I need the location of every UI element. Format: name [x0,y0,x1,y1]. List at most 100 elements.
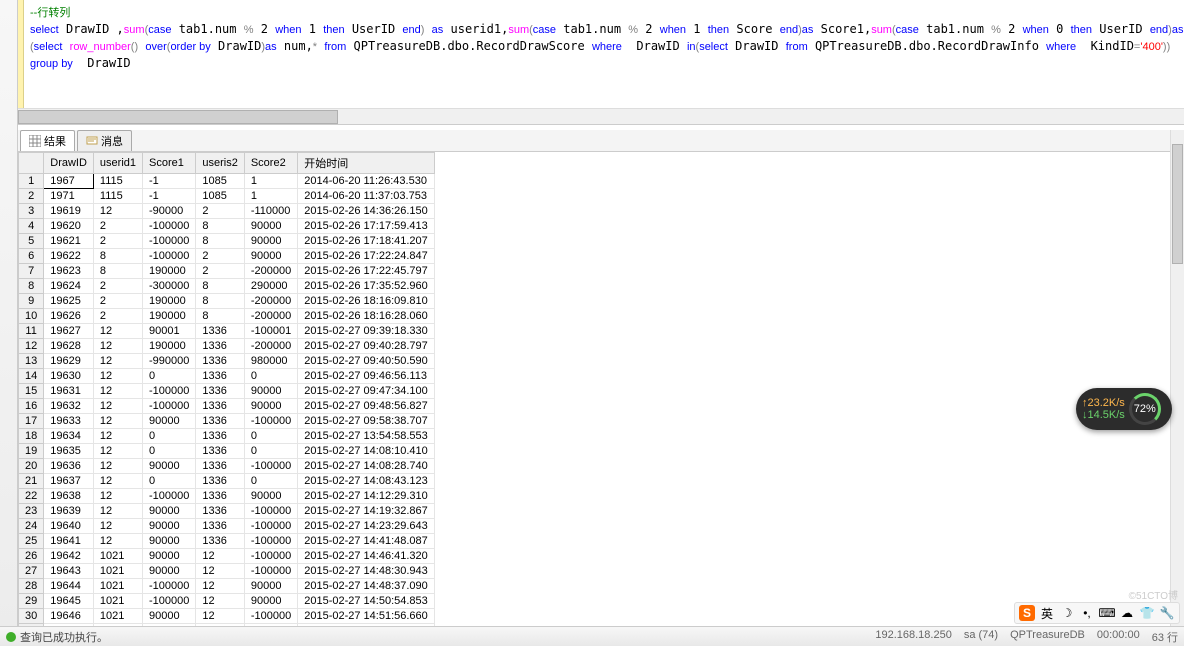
table-row[interactable]: 101962621900008-2000002015-02-26 18:16:2… [19,309,435,324]
col-header[interactable]: Score1 [143,153,196,174]
cell[interactable]: 1336 [196,354,244,369]
row-number[interactable]: 28 [19,579,44,594]
row-number[interactable]: 5 [19,234,44,249]
ime-tray[interactable]: S 英 ☽ •, ⌨ ☁ 👕 🔧 [1014,602,1180,624]
cell[interactable]: 1336 [196,399,244,414]
col-header[interactable]: Score2 [244,153,297,174]
cell[interactable]: 1336 [196,504,244,519]
cell[interactable]: -100000 [143,399,196,414]
vscroll-thumb[interactable] [1172,144,1183,264]
cell[interactable]: 2015-02-26 17:35:52.960 [298,279,435,294]
cell[interactable]: 90000 [244,594,297,609]
cell[interactable]: -300000 [143,279,196,294]
ime-cloud-icon[interactable]: ☁ [1119,605,1135,621]
cell[interactable]: 2015-02-26 18:16:28.060 [298,309,435,324]
cell[interactable]: 2 [93,279,142,294]
cell[interactable]: 90000 [244,489,297,504]
cell[interactable]: -100000 [244,519,297,534]
cell[interactable]: -100000 [143,594,196,609]
cell[interactable]: 1085 [196,189,244,204]
table-row[interactable]: 1919635120133602015-02-27 14:08:10.410 [19,444,435,459]
cell[interactable]: 90000 [143,414,196,429]
cell[interactable]: 90000 [143,534,196,549]
cell[interactable]: 8 [196,234,244,249]
table-row[interactable]: 251964112900001336-1000002015-02-27 14:4… [19,534,435,549]
row-number[interactable]: 21 [19,474,44,489]
cell[interactable]: 90000 [244,249,297,264]
cell[interactable]: 8 [196,294,244,309]
table-row[interactable]: 171963312900001336-1000002015-02-27 09:5… [19,414,435,429]
table-row[interactable]: 5196212-1000008900002015-02-26 17:18:41.… [19,234,435,249]
cell[interactable]: -100000 [143,249,196,264]
cell[interactable]: 2015-02-27 13:54:58.553 [298,429,435,444]
ime-tool-icon[interactable]: 🔧 [1159,605,1175,621]
cell[interactable]: 0 [143,429,196,444]
cell[interactable]: 2015-02-27 14:50:54.853 [298,594,435,609]
cell[interactable]: 19643 [44,564,94,579]
cell[interactable]: 2015-02-27 09:46:56.113 [298,369,435,384]
results-vscrollbar[interactable] [1170,130,1184,626]
cell[interactable]: 2015-02-26 17:17:59.413 [298,219,435,234]
cell[interactable]: 290000 [244,279,297,294]
row-number[interactable]: 4 [19,219,44,234]
table-row[interactable]: 241964012900001336-1000002015-02-27 14:2… [19,519,435,534]
cell[interactable]: 1336 [196,519,244,534]
cell[interactable]: 2015-02-27 14:12:29.310 [298,489,435,504]
cell[interactable]: 12 [93,339,142,354]
cell[interactable]: 1021 [93,579,142,594]
cell[interactable]: 19628 [44,339,94,354]
cell[interactable]: -100000 [143,579,196,594]
cell[interactable]: 19629 [44,354,94,369]
cell[interactable]: 12 [93,504,142,519]
row-number[interactable]: 20 [19,459,44,474]
cell[interactable]: 90000 [143,504,196,519]
cell[interactable]: 2014-06-20 11:26:43.530 [298,174,435,189]
row-number[interactable]: 13 [19,354,44,369]
table-row[interactable]: 111962712900011336-1000012015-02-27 09:3… [19,324,435,339]
cell[interactable]: 12 [93,459,142,474]
cell[interactable]: 19640 [44,519,94,534]
cell[interactable]: 19620 [44,219,94,234]
cell[interactable]: 90001 [143,324,196,339]
cell[interactable]: -100000 [244,609,297,624]
cell[interactable]: 19646 [44,609,94,624]
col-header[interactable]: useris2 [196,153,244,174]
cell[interactable]: 2 [196,249,244,264]
cell[interactable]: 19631 [44,384,94,399]
table-row[interactable]: 221963812-1000001336900002015-02-27 14:1… [19,489,435,504]
cell[interactable]: 19624 [44,279,94,294]
table-row[interactable]: 71962381900002-2000002015-02-26 17:22:45… [19,264,435,279]
tab-messages[interactable]: 消息 [77,130,132,151]
row-number[interactable]: 23 [19,504,44,519]
table-row[interactable]: 8196242-30000082900002015-02-26 17:35:52… [19,279,435,294]
cell[interactable]: 12 [196,609,244,624]
cell[interactable]: 2015-02-27 14:08:28.740 [298,459,435,474]
cell[interactable]: -100000 [143,234,196,249]
cell[interactable]: 1085 [196,174,244,189]
ime-keyboard-icon[interactable]: ⌨ [1099,605,1115,621]
table-row[interactable]: 151963112-1000001336900002015-02-27 09:4… [19,384,435,399]
col-header[interactable]: 开始时间 [298,153,435,174]
cell[interactable]: 2 [93,234,142,249]
cell[interactable]: 2015-02-27 09:39:18.330 [298,324,435,339]
cell[interactable]: -100000 [244,504,297,519]
cell[interactable]: 12 [93,354,142,369]
cell[interactable]: 19636 [44,459,94,474]
ime-punct-icon[interactable]: •, [1079,605,1095,621]
row-number[interactable]: 30 [19,609,44,624]
cell[interactable]: -100000 [244,549,297,564]
cell[interactable]: 2015-02-27 14:08:43.123 [298,474,435,489]
cell[interactable]: 1336 [196,339,244,354]
table-row[interactable]: 1819634120133602015-02-27 13:54:58.553 [19,429,435,444]
cell[interactable]: 1336 [196,474,244,489]
cell[interactable]: 190000 [143,339,196,354]
cell[interactable]: 2015-02-27 14:41:48.087 [298,534,435,549]
cell[interactable]: 8 [93,249,142,264]
ime-moon-icon[interactable]: ☽ [1059,605,1075,621]
cell[interactable]: 12 [93,519,142,534]
row-number[interactable]: 25 [19,534,44,549]
cell[interactable]: 2 [93,294,142,309]
cell[interactable]: 1336 [196,429,244,444]
row-number[interactable]: 26 [19,549,44,564]
cell[interactable]: 2015-02-27 14:23:29.643 [298,519,435,534]
